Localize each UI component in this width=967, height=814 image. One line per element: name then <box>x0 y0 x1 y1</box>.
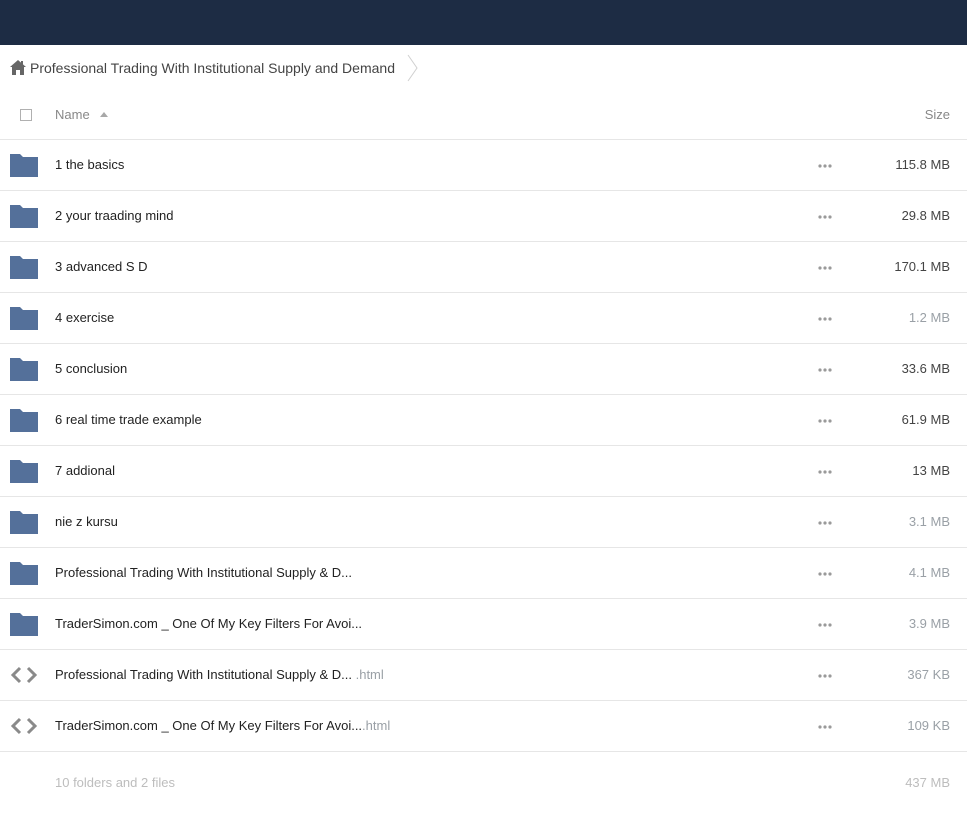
more-options-icon[interactable] <box>818 720 834 732</box>
home-icon[interactable] <box>10 60 26 75</box>
more-options-icon[interactable] <box>818 312 834 324</box>
item-name[interactable]: nie z kursu <box>55 514 118 530</box>
list-header: Name Size <box>0 90 967 140</box>
item-name[interactable]: 7 addional <box>55 463 115 479</box>
more-options-icon[interactable] <box>818 414 834 426</box>
select-all-checkbox[interactable] <box>20 109 32 121</box>
item-name[interactable]: TraderSimon.com _ One Of My Key Filters … <box>55 718 390 734</box>
folder-row[interactable]: TraderSimon.com _ One Of My Key Filters … <box>0 599 967 650</box>
item-name-text: 7 addional <box>55 463 115 478</box>
item-size: 13 MB <box>912 463 950 478</box>
item-size: 170.1 MB <box>894 259 950 274</box>
folder-row[interactable]: 5 conclusion 33.6 MB <box>0 344 967 395</box>
item-size: 3.9 MB <box>908 616 950 631</box>
more-options-icon[interactable] <box>818 363 834 375</box>
item-name-text: Professional Trading With Institutional … <box>55 667 352 682</box>
more-options-icon[interactable] <box>818 516 834 528</box>
item-name-text: Professional Trading With Institutional … <box>55 565 352 580</box>
item-extension: .html <box>362 718 391 733</box>
folder-icon <box>10 358 38 381</box>
item-name[interactable]: TraderSimon.com _ One Of My Key Filters … <box>55 616 362 632</box>
list-footer: 10 folders and 2 files 437 MB <box>0 751 967 814</box>
item-name-text: TraderSimon.com _ One Of My Key Filters … <box>55 718 363 733</box>
folder-row[interactable]: 1 the basics 115.8 MB <box>0 140 967 191</box>
item-size: 3.1 MB <box>908 514 950 529</box>
item-size: 109 KB <box>907 718 950 733</box>
item-size: 115.8 MB <box>895 157 950 172</box>
folder-row[interactable]: 3 advanced S D 170.1 MB <box>0 242 967 293</box>
more-options-icon[interactable] <box>818 465 834 477</box>
folder-icon <box>10 562 38 585</box>
file-row[interactable]: TraderSimon.com _ One Of My Key Filters … <box>0 701 967 752</box>
item-name-text: 6 real time trade example <box>55 412 202 427</box>
item-name-text: TraderSimon.com _ One Of My Key Filters … <box>55 616 363 631</box>
sort-by-size-header[interactable]: Size <box>925 107 950 123</box>
item-size: 29.8 MB <box>901 208 950 223</box>
sort-by-name-header[interactable]: Name <box>55 107 90 123</box>
item-size: 4.1 MB <box>908 565 950 580</box>
more-options-icon[interactable] <box>818 261 834 273</box>
file-row[interactable]: Professional Trading With Institutional … <box>0 650 967 701</box>
folder-icon <box>10 154 38 177</box>
item-name-text: 2 your traading mind <box>55 208 174 223</box>
item-name-text: nie z kursu <box>55 514 118 529</box>
folder-icon <box>10 307 38 330</box>
folder-icon <box>10 460 38 483</box>
item-name[interactable]: 6 real time trade example <box>55 412 202 428</box>
breadcrumb-current-folder[interactable]: Professional Trading With Institutional … <box>30 59 395 77</box>
folder-row[interactable]: nie z kursu 3.1 MB <box>0 497 967 548</box>
file-list: 1 the basics 115.8 MB 2 your traading mind… <box>0 140 967 752</box>
folder-row[interactable]: 6 real time trade example 61.9 MB <box>0 395 967 446</box>
breadcrumb: Professional Trading With Institutional … <box>0 45 967 90</box>
folder-icon <box>10 409 38 432</box>
folder-row[interactable]: 2 your traading mind 29.8 MB <box>0 191 967 242</box>
item-name-text: 1 the basics <box>55 157 125 172</box>
item-size: 367 KB <box>907 667 950 682</box>
more-options-icon[interactable] <box>818 567 834 579</box>
item-size: 61.9 MB <box>901 412 950 427</box>
folder-row[interactable]: 7 addional 13 MB <box>0 446 967 497</box>
folder-icon <box>10 205 38 228</box>
item-name-text: 5 conclusion <box>55 361 128 376</box>
item-name-text: 4 exercise <box>55 310 115 325</box>
item-name-text: 3 advanced S D <box>55 259 148 274</box>
code-file-icon <box>10 717 38 735</box>
item-size: 1.2 MB <box>908 310 950 325</box>
code-file-icon <box>10 666 38 684</box>
more-options-icon[interactable] <box>818 669 834 681</box>
folder-row[interactable]: 4 exercise 1.2 MB <box>0 293 967 344</box>
item-extension: .html <box>351 667 384 682</box>
item-size: 33.6 MB <box>901 361 950 376</box>
item-name[interactable]: Professional Trading With Institutional … <box>55 565 352 581</box>
chevron-right-icon <box>407 54 418 82</box>
folder-icon <box>10 613 38 636</box>
item-name[interactable]: 4 exercise <box>55 310 114 326</box>
folder-icon <box>10 511 38 534</box>
top-bar <box>0 0 967 45</box>
more-options-icon[interactable] <box>818 210 834 222</box>
sort-ascending-icon <box>100 112 108 117</box>
folder-icon <box>10 256 38 279</box>
item-name[interactable]: 2 your traading mind <box>55 208 174 224</box>
item-name[interactable]: Professional Trading With Institutional … <box>55 667 384 683</box>
items-summary: 10 folders and 2 files <box>55 775 175 790</box>
folder-row[interactable]: Professional Trading With Institutional … <box>0 548 967 599</box>
more-options-icon[interactable] <box>818 618 834 630</box>
item-name[interactable]: 1 the basics <box>55 157 124 173</box>
item-name[interactable]: 5 conclusion <box>55 361 127 377</box>
more-options-icon[interactable] <box>818 159 834 171</box>
total-size: 437 MB <box>905 775 950 790</box>
item-name[interactable]: 3 advanced S D <box>55 259 148 275</box>
